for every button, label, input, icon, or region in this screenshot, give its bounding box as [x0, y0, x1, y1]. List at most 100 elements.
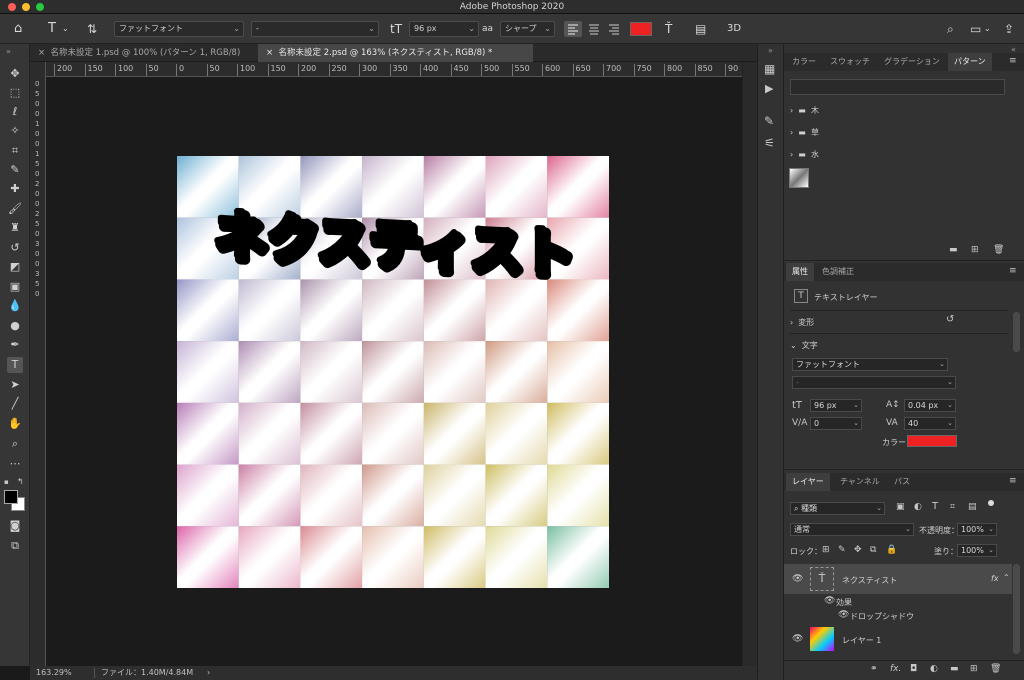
layers-scrollbar[interactable] — [1013, 564, 1020, 654]
leading-field[interactable]: 0.04 px ⌄ — [904, 399, 956, 412]
font-size-field[interactable]: 96 px ⌄ — [810, 399, 862, 412]
character-panel-icon[interactable]: ▤ — [695, 22, 706, 36]
healing-brush-tool-icon[interactable]: ✚ — [7, 181, 23, 197]
chevron-down-icon[interactable]: ⌄ — [62, 22, 69, 36]
eye-icon[interactable]: 👁 — [792, 574, 803, 584]
close-icon[interactable]: × — [38, 48, 45, 58]
text-color-swatch[interactable] — [630, 22, 652, 36]
quick-mask-icon[interactable]: ◙ — [7, 518, 23, 534]
history-panel-icon[interactable]: ▦ — [764, 62, 775, 76]
toggle-text-orientation-icon[interactable]: ⇅ — [87, 22, 97, 36]
panel-menu-icon[interactable]: ≡ — [1009, 56, 1017, 66]
properties-scrollbar[interactable] — [1013, 312, 1020, 352]
font-family-select[interactable]: ファットフォント ⌄ — [792, 358, 948, 371]
new-group-icon[interactable]: ▬ — [950, 664, 959, 674]
path-selection-tool-icon[interactable]: ➤ — [7, 377, 23, 393]
move-tool-icon[interactable]: ✥ — [7, 66, 23, 82]
text-color-swatch[interactable] — [907, 435, 957, 447]
marquee-tool-icon[interactable]: ⬚ — [7, 85, 23, 101]
layer-row-text[interactable]: 👁 Ť ネクスティスト fx ⌃ — [784, 564, 1012, 594]
collapse-icon[interactable]: » — [6, 47, 11, 56]
new-layer-icon[interactable]: ⊞ — [970, 664, 978, 674]
close-window-button[interactable] — [8, 3, 16, 11]
link-layers-icon[interactable]: ⚭ — [870, 664, 878, 674]
dodge-tool-icon[interactable]: ● — [7, 318, 23, 334]
lock-image-icon[interactable]: ✎ — [838, 545, 846, 555]
panel-menu-icon[interactable]: ≡ — [1009, 266, 1017, 276]
magic-wand-tool-icon[interactable]: ✧ — [7, 123, 23, 139]
filter-smart-object-icon[interactable]: ▤ — [968, 502, 977, 512]
pattern-folder-wood[interactable]: › ▬ 木 — [790, 105, 819, 116]
workspace-icon[interactable]: ▭ — [970, 22, 981, 36]
tab-adjustments[interactable]: 色調補正 — [816, 263, 860, 281]
tab-patterns[interactable]: パターン — [948, 53, 992, 71]
opacity-field[interactable]: 100% ⌄ — [957, 523, 997, 536]
pattern-folder-grass[interactable]: › ▬ 草 — [790, 127, 819, 138]
adjustment-layer-icon[interactable]: ◐ — [930, 664, 938, 674]
tab-properties[interactable]: 属性 — [786, 263, 814, 281]
tab-paths[interactable]: パス — [888, 473, 916, 491]
fx-icon[interactable]: fx. — [890, 664, 901, 674]
fx-badge[interactable]: fx — [991, 574, 999, 583]
close-icon[interactable]: × — [266, 48, 273, 58]
type-tool-icon[interactable]: T — [7, 357, 23, 373]
filter-pixel-icon[interactable]: ▣ — [896, 502, 905, 512]
pen-tool-icon[interactable]: ✒ — [7, 337, 23, 353]
tab-document-1[interactable]: × 名称未設定 1.psd @ 100% (パターン 1, RGB/8) — [30, 44, 255, 62]
zoom-level[interactable]: 163.29% — [36, 666, 72, 680]
lock-transparent-icon[interactable]: ⊞ — [822, 545, 830, 555]
delete-icon[interactable]: 🗑 — [990, 664, 1001, 674]
layer-name[interactable]: ネクスティスト — [842, 575, 897, 586]
tab-channels[interactable]: チャンネル — [834, 473, 886, 491]
align-right-button[interactable] — [605, 21, 623, 37]
canvas-area[interactable]: ネクスティスト ネクスティスト — [46, 77, 742, 666]
screen-mode-icon[interactable]: ⧉ — [7, 538, 23, 554]
layer-effects-row[interactable]: 👁 効果 — [784, 594, 1012, 608]
pattern-thumbnail[interactable] — [789, 168, 809, 188]
eye-icon[interactable]: 👁 — [824, 596, 835, 606]
panel-menu-icon[interactable]: ≡ — [1009, 476, 1017, 486]
vertical-scrollbar[interactable] — [742, 62, 757, 666]
lock-artboard-icon[interactable]: ⧉ — [870, 545, 876, 555]
chevron-down-icon[interactable]: ⌄ — [984, 22, 991, 36]
layer-filter-select[interactable]: ⌕ 種類 ⌄ — [790, 502, 885, 515]
new-group-icon[interactable]: ▬ — [949, 245, 958, 255]
brush-tool-icon[interactable]: 🖌 — [7, 201, 23, 217]
blend-mode-select[interactable]: 通常 ⌄ — [790, 523, 914, 536]
foreground-color-swatch[interactable] — [4, 490, 18, 504]
add-mask-icon[interactable]: ◘ — [910, 664, 917, 674]
search-icon[interactable]: ⌕ — [947, 22, 954, 36]
eraser-tool-icon[interactable]: ◩ — [7, 259, 23, 275]
hand-tool-icon[interactable]: ✋ — [7, 416, 23, 432]
layer-row-pattern[interactable]: 👁 レイヤー 1 — [784, 624, 1012, 654]
filter-shape-icon[interactable]: ⌗ — [950, 502, 955, 512]
pattern-folder-water[interactable]: › ▬ 水 — [790, 149, 819, 160]
text-section-header[interactable]: ⌄ 文字 — [790, 340, 818, 351]
delete-icon[interactable]: 🗑 — [993, 245, 1004, 255]
align-center-button[interactable] — [585, 21, 603, 37]
line-tool-icon[interactable]: ╱ — [7, 396, 23, 412]
font-style-select[interactable]: - ⌄ — [792, 376, 956, 389]
align-left-button[interactable] — [564, 21, 582, 37]
type-tool-icon[interactable]: T — [48, 22, 56, 36]
font-family-select[interactable]: ファットフォント ⌄ — [114, 21, 244, 37]
font-style-select[interactable]: - ⌄ — [251, 21, 379, 37]
reset-icon[interactable]: ↺ — [946, 314, 954, 325]
fill-field[interactable]: 100% ⌄ — [957, 544, 997, 557]
layer-name[interactable]: レイヤー 1 — [842, 635, 881, 646]
crop-tool-icon[interactable]: ⌗ — [7, 143, 23, 159]
more-tools-icon[interactable]: ⋯ — [7, 456, 23, 472]
layer-effect-row[interactable]: 👁 ドロップシャドウ — [784, 608, 1012, 622]
tab-color[interactable]: カラー — [786, 53, 822, 71]
font-size-select[interactable]: 96 px ⌄ — [409, 21, 479, 37]
blur-tool-icon[interactable]: 💧 — [7, 298, 23, 314]
filter-toggle-icon[interactable] — [988, 500, 994, 506]
filter-type-icon[interactable]: T — [932, 501, 938, 512]
zoom-tool-icon[interactable]: ⌕ — [7, 436, 23, 452]
3d-icon[interactable]: 3D — [727, 22, 741, 36]
status-menu-arrow[interactable]: › — [207, 666, 210, 680]
swap-colors-icon[interactable]: ↰ — [17, 477, 24, 486]
tab-gradients[interactable]: グラデーション — [878, 53, 946, 71]
lock-all-icon[interactable]: 🔒 — [886, 545, 897, 555]
zoom-window-button[interactable] — [36, 3, 44, 11]
